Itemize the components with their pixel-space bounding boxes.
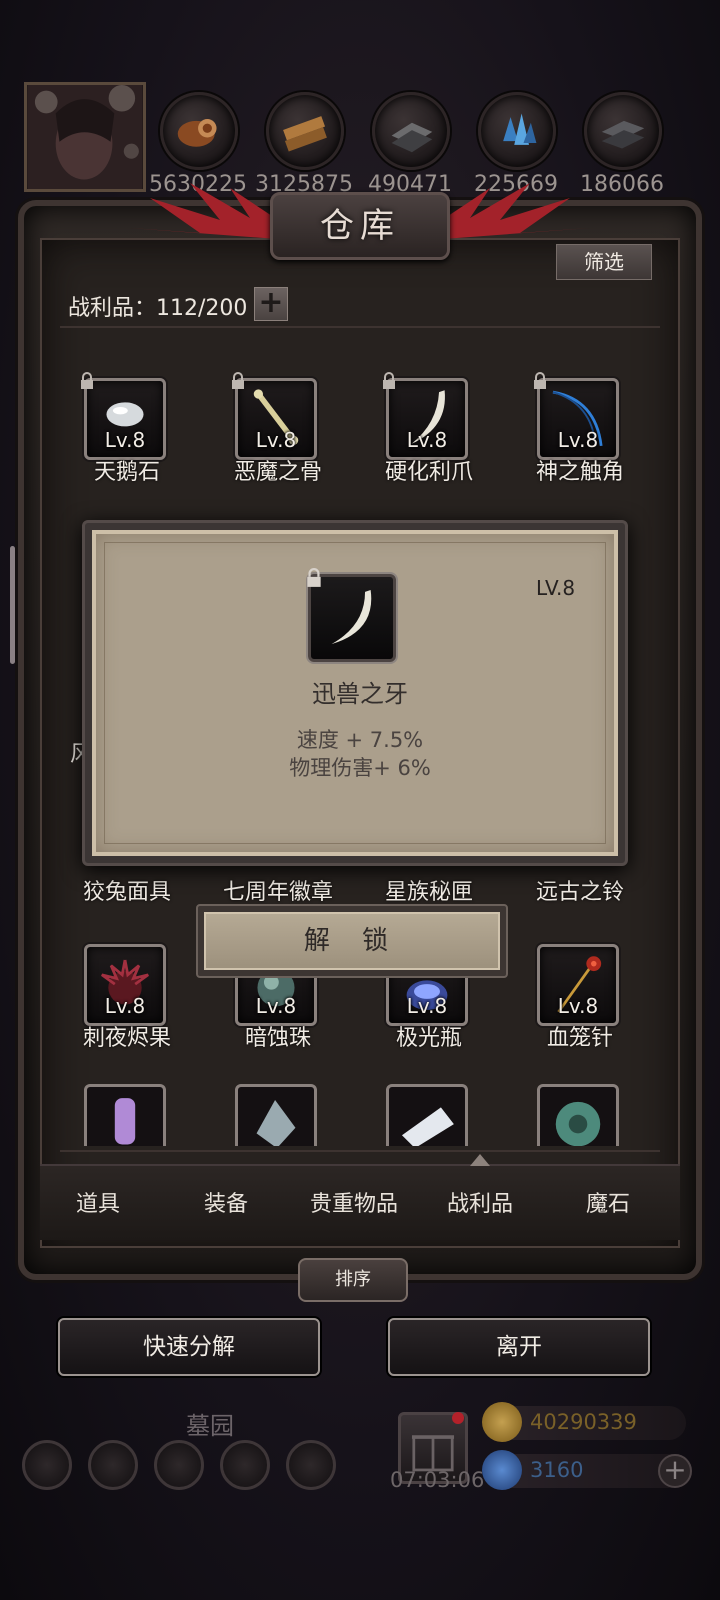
mail-icon[interactable] xyxy=(220,1440,270,1490)
gem-amount: 3160 xyxy=(530,1458,584,1482)
location-label: 墓园 xyxy=(186,1412,234,1440)
item-slot[interactable]: Lv.8 血笼针 xyxy=(505,944,655,1064)
item-name: 星族秘匣 xyxy=(384,880,473,905)
guild-icon[interactable] xyxy=(286,1440,336,1490)
steel-plate-icon[interactable] xyxy=(584,92,662,170)
planks-icon[interactable] xyxy=(266,92,344,170)
item-level: Lv.8 xyxy=(104,428,146,452)
expand-capacity-button[interactable]: + xyxy=(254,287,288,321)
map-icon[interactable] xyxy=(154,1440,204,1490)
gift-timer: 07:03:06 xyxy=(390,1468,485,1492)
item-name: 硬化利爪 xyxy=(384,460,473,485)
tab-valuables[interactable]: 贵重物品 xyxy=(290,1186,418,1218)
item-name: 神之触角 xyxy=(535,460,624,485)
gem-icon xyxy=(482,1450,522,1490)
item-name: 远古之铃 xyxy=(535,880,624,905)
header-divider xyxy=(60,326,660,328)
lock-icon xyxy=(534,372,546,389)
settings-gear-icon[interactable] xyxy=(22,1440,72,1490)
unlock-button[interactable]: 解 锁 xyxy=(204,912,500,970)
grid-bottom-divider xyxy=(60,1150,660,1152)
item-name: 七周年徽章 xyxy=(222,880,333,905)
item-name: 狡兔面具 xyxy=(82,880,171,905)
popup-level: LV.8 xyxy=(536,576,576,600)
item-level: Lv.8 xyxy=(104,994,146,1018)
tab-equipment[interactable]: 装备 xyxy=(162,1186,290,1218)
item-level: Lv.8 xyxy=(406,994,448,1018)
lock-icon xyxy=(383,372,395,389)
tab-loot[interactable]: 战利品 xyxy=(416,1186,544,1218)
item-slot[interactable]: Lv.8 神之触角 xyxy=(505,372,655,498)
item-name: 天鹅石 xyxy=(93,460,160,485)
active-tab-marker-icon xyxy=(470,1154,490,1166)
gold-amount: 40290339 xyxy=(530,1410,637,1434)
iron-ingot-icon[interactable] xyxy=(372,92,450,170)
gold-coin-icon xyxy=(482,1402,522,1442)
item-level: Lv.8 xyxy=(255,994,297,1018)
popup-stat-physical-damage: 物理伤害+ 6% xyxy=(289,756,431,780)
item-name: 恶魔之骨 xyxy=(233,460,322,485)
white-feather-icon[interactable] xyxy=(386,1084,468,1146)
crystal-shard-icon[interactable] xyxy=(235,1084,317,1146)
item-name: 暗蚀珠 xyxy=(244,1026,311,1051)
sort-button[interactable]: 排序 xyxy=(298,1258,408,1302)
add-gems-button[interactable]: + xyxy=(658,1454,692,1488)
partial-item-row xyxy=(84,1084,684,1146)
right-wing-ornament xyxy=(430,178,590,248)
popup-item-name: 迅兽之牙 xyxy=(312,680,408,708)
potion-icon[interactable] xyxy=(84,1084,166,1146)
item-name: 血笼针 xyxy=(546,1026,613,1051)
item-level: Lv.8 xyxy=(406,428,448,452)
lock-icon xyxy=(81,372,93,389)
quick-decompose-button[interactable]: 快速分解 xyxy=(58,1318,320,1376)
wood-log-icon[interactable] xyxy=(160,92,238,170)
item-slot[interactable]: Lv.8 刺夜烬果 xyxy=(52,944,202,1064)
tab-items[interactable]: 道具 xyxy=(34,1186,162,1218)
side-scroll-indicator[interactable] xyxy=(10,546,15,664)
item-level: Lv.8 xyxy=(557,428,599,452)
filter-button[interactable]: 筛选 xyxy=(556,244,652,280)
lock-icon xyxy=(307,568,321,587)
left-wing-ornament xyxy=(130,178,290,248)
lock-icon xyxy=(232,372,244,389)
player-avatar[interactable] xyxy=(24,82,146,192)
shell-icon[interactable] xyxy=(537,1084,619,1146)
item-level: Lv.8 xyxy=(557,994,599,1018)
item-name: 刺夜烬果 xyxy=(82,1026,171,1051)
item-level: Lv.8 xyxy=(255,428,297,452)
popup-stat-speed: 速度 + 7.5% xyxy=(296,728,424,752)
item-name: 极光瓶 xyxy=(395,1026,462,1051)
tab-magic-stones[interactable]: 魔石 xyxy=(544,1186,672,1218)
notification-dot xyxy=(452,1412,464,1424)
item-slot[interactable]: Lv.8 恶魔之骨 xyxy=(203,372,353,498)
emblem-icon[interactable] xyxy=(88,1440,138,1490)
warehouse-title: 仓库 xyxy=(270,192,450,260)
item-slot[interactable]: Lv.8 天鹅石 xyxy=(52,372,202,498)
blue-crystal-icon[interactable] xyxy=(478,92,556,170)
leave-button[interactable]: 离开 xyxy=(388,1318,650,1376)
item-slot[interactable]: Lv.8 硬化利爪 xyxy=(354,372,504,498)
loot-capacity: 战利品：112/200 xyxy=(68,296,248,321)
